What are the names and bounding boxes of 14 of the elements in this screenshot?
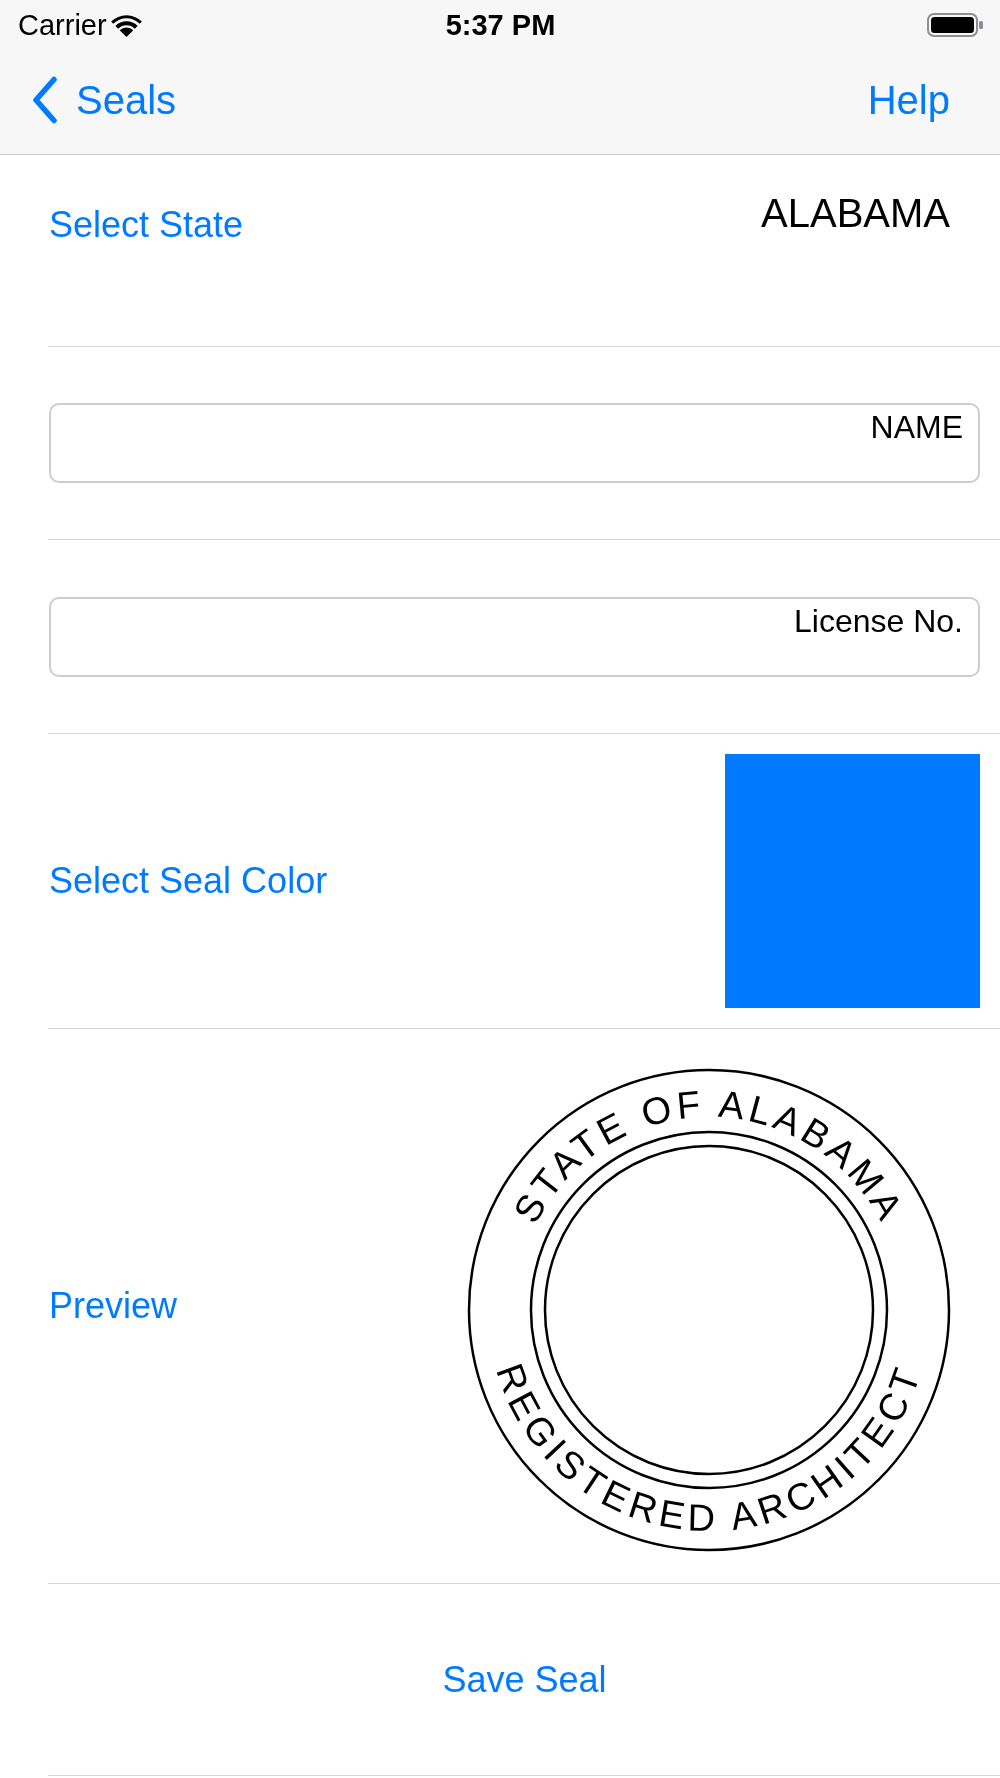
selected-state-value: ALABAMA: [761, 190, 950, 236]
save-seal-button[interactable]: Save Seal: [442, 1657, 607, 1702]
status-time: 5:37 PM: [445, 8, 556, 42]
license-number-field[interactable]: License No.: [49, 596, 980, 677]
help-button[interactable]: Help: [867, 76, 950, 124]
carrier-label: Carrier: [18, 8, 107, 42]
wifi-icon: [110, 13, 142, 37]
name-field[interactable]: NAME: [49, 403, 980, 483]
chevron-left-icon: [32, 76, 58, 124]
select-seal-color-button[interactable]: Select Seal Color: [49, 859, 328, 903]
select-state-button[interactable]: Select State: [49, 203, 244, 247]
back-button[interactable]: Seals: [32, 76, 177, 124]
preview-button[interactable]: Preview: [49, 1284, 178, 1328]
battery-icon: [927, 13, 983, 37]
